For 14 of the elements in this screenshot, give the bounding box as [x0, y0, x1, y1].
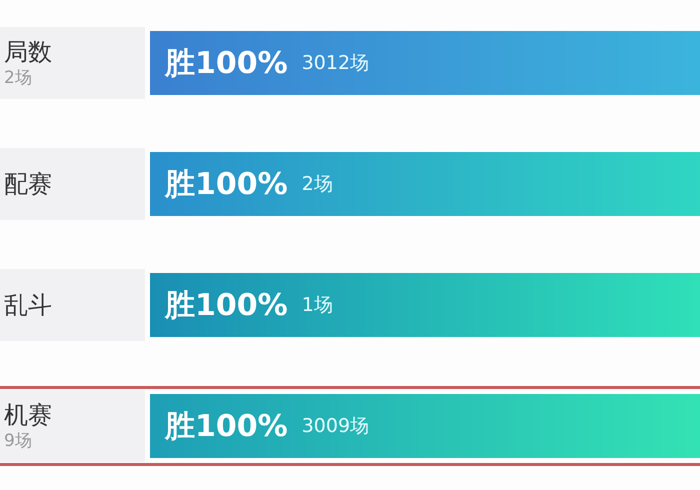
match-count: 2场: [4, 67, 33, 89]
match-count: 3012场: [302, 51, 370, 76]
win-rate: 胜100%: [165, 44, 288, 82]
win-rate: 胜100%: [165, 286, 288, 324]
match-count: 3009场: [302, 414, 370, 439]
win-rate: 胜100%: [165, 166, 288, 204]
match-count: 9场: [4, 430, 33, 452]
mode-label: 乱斗: [4, 290, 53, 320]
win-rate: 胜100%: [165, 408, 288, 446]
match-count: 2场: [302, 172, 333, 197]
mode-label: 局数: [4, 37, 53, 67]
mode-label: 配赛: [4, 169, 53, 199]
match-count: 1场: [302, 293, 333, 318]
mode-label: 机赛: [4, 400, 53, 430]
